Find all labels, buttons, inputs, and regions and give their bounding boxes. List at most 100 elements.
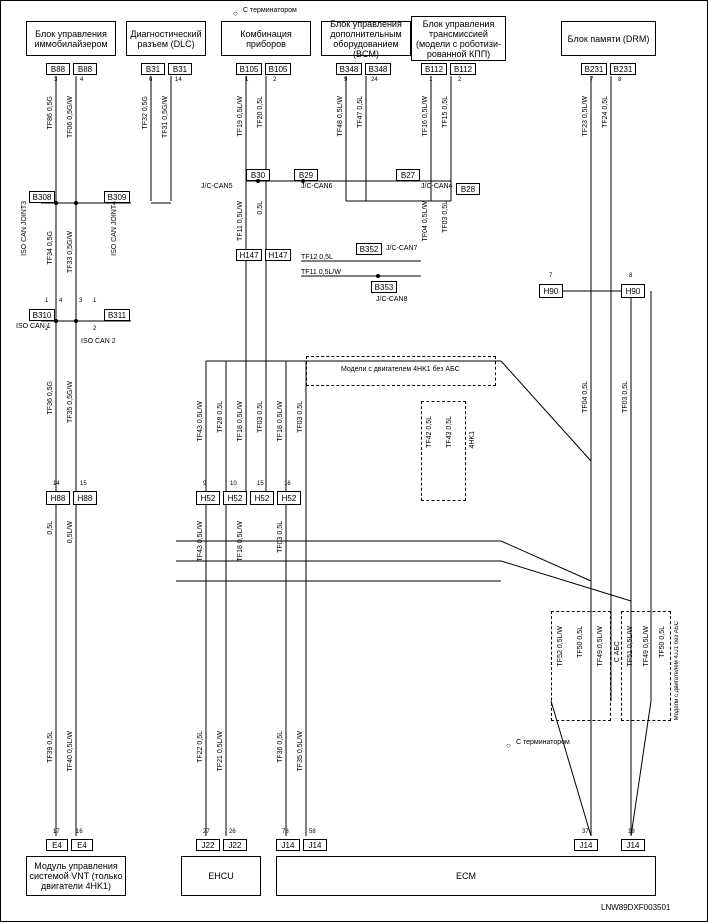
pin: 27: [203, 829, 210, 835]
conn-j14-3: J14: [574, 839, 598, 851]
wire-label: TF18 0,5L/W: [277, 401, 284, 441]
terminator-top-label: ○: [233, 9, 238, 18]
memory-box: Блок памяти (DRM): [561, 21, 656, 56]
wire-label: TF18 0,5L/W: [237, 401, 244, 441]
wire-label: TF36 0,5L: [277, 731, 284, 763]
tf11-label: TF11 0,5L/W: [301, 269, 341, 276]
iso-can2-label: ISO CAN 2: [81, 338, 116, 345]
wire-label: TF36 0,5G: [47, 381, 54, 414]
conn-b352: B352: [356, 243, 382, 255]
junction-dot: [54, 319, 58, 323]
jc-can8-label: J/C-CAN8: [376, 296, 408, 303]
drawing-number: LNW89DXF003501: [601, 903, 670, 912]
conn-b29: B29: [294, 169, 318, 181]
pin: 3: [79, 298, 82, 304]
wire-label: TF03 0,5L: [297, 401, 304, 433]
wire-label: TF52 0,5L/W: [557, 626, 564, 666]
pin: 2: [45, 326, 48, 332]
conn-b231-2: B231: [610, 63, 636, 75]
conn-j14-2: J14: [303, 839, 327, 851]
wire-label-0.5l: 0,5L: [257, 201, 264, 215]
ehcu-text: EHCU: [208, 871, 234, 881]
4hk1-label: 4HK1: [469, 431, 476, 449]
wire-label: TF40 0,5L/W: [67, 731, 74, 771]
transmission-box: Блок управления трансмиссией (модели с р…: [411, 16, 506, 61]
wire-label: TF16 0,5L/W: [422, 96, 429, 136]
conn-b88-2: B88: [73, 63, 97, 75]
conn-e4-1: E4: [46, 839, 68, 851]
junction-dot: [74, 319, 78, 323]
c-abs-label: C АБС: [614, 641, 621, 662]
wire-label: TF28 0,5L: [217, 401, 224, 433]
jc-can6-label: J/C-CAN6: [301, 183, 333, 190]
terminator-bot-text: С терминатором: [516, 739, 570, 746]
ehcu-box: EHCU: [181, 856, 261, 896]
pin: 10: [230, 481, 237, 487]
combination-box: Комбинация приборов: [221, 21, 311, 56]
wire-label: TF31 0,5G/W: [162, 96, 169, 138]
pin: 6: [149, 77, 152, 83]
diagram-lines: [1, 1, 708, 923]
pin: 7: [549, 273, 552, 279]
conn-b28: B28: [456, 183, 480, 195]
wire-label: TF49 0,5L/W: [597, 626, 604, 666]
conn-j14-1: J14: [276, 839, 300, 851]
pin: 17: [53, 829, 60, 835]
pin: 14: [53, 481, 60, 487]
pin: 15: [80, 481, 87, 487]
conn-h52-4: H52: [277, 491, 301, 505]
wire-label: TF35 0,5L/W: [297, 731, 304, 771]
wire-label: TF03 0,5L: [442, 201, 449, 233]
pin: 4: [80, 77, 83, 83]
junction-dot: [74, 201, 78, 205]
pin: 1: [245, 77, 248, 83]
wire-label: TF86 0,5G: [47, 96, 54, 129]
iso-joint3-label: ISO CAN JOINT3: [21, 201, 28, 256]
pin: 15: [257, 481, 264, 487]
pin: 1: [429, 77, 432, 83]
wire-label: TF43 0,5L/W: [197, 401, 204, 441]
wire-label: TF49 0,5L/W: [643, 626, 650, 666]
pin: 14: [175, 77, 182, 83]
pin: 9: [203, 481, 206, 487]
pin: 2: [273, 77, 276, 83]
pin: 1: [45, 298, 48, 304]
wire-label: TF03 0,5L: [622, 381, 629, 413]
pin: 2: [93, 326, 96, 332]
conn-b27: B27: [396, 169, 420, 181]
wire-label: TF04 0,5L/W: [422, 201, 429, 241]
wire-label: TF06 0,5G/W: [67, 96, 74, 138]
abs-4hk1-label: Модели с двигателем 4HK1 без АБС: [341, 366, 460, 373]
wire-label: TF43 0,5L/W: [197, 521, 204, 561]
conn-j22-2: J22: [223, 839, 247, 851]
pin: 16: [76, 829, 83, 835]
pin: 3: [54, 77, 57, 83]
pin: 7: [590, 77, 593, 83]
wire-label: TF18 0,5L/W: [237, 521, 244, 561]
conn-b348-1: B348: [336, 63, 362, 75]
pin: 1: [93, 298, 96, 304]
wire-label: TF21 0,5L/W: [217, 731, 224, 771]
wire-label: TF04 0,5L: [582, 381, 589, 413]
pin: 8: [618, 77, 621, 83]
jc-can7-label: J/C-CAN7: [386, 245, 418, 252]
conn-b112-1: B112: [421, 63, 447, 75]
wire-label: TF19 0,5L/W: [237, 96, 244, 136]
terminator-top-text: С терминатором: [243, 7, 297, 14]
conn-e4-2: E4: [71, 839, 93, 851]
conn-h52-3: H52: [250, 491, 274, 505]
conn-h88-1: H88: [46, 491, 70, 505]
memory-text: Блок памяти (DRM): [568, 34, 650, 44]
wire-label: TF20 0,5L: [257, 96, 264, 128]
conn-h147-1: H147: [236, 249, 262, 261]
conn-b88-1: B88: [46, 63, 70, 75]
pin: 37: [582, 829, 589, 835]
pin: 2: [458, 77, 461, 83]
wire-label: TF35 0,5G/W: [67, 381, 74, 423]
combination-text: Комбинация приборов: [224, 29, 308, 49]
wire-label: TF47 0,5L: [357, 96, 364, 128]
wire-label: TF03 0,5L: [277, 521, 284, 553]
pin: 24: [371, 77, 378, 83]
tf12-label: TF12 0,5L: [301, 254, 333, 261]
wire-0.5l: 0,5L: [47, 521, 54, 535]
